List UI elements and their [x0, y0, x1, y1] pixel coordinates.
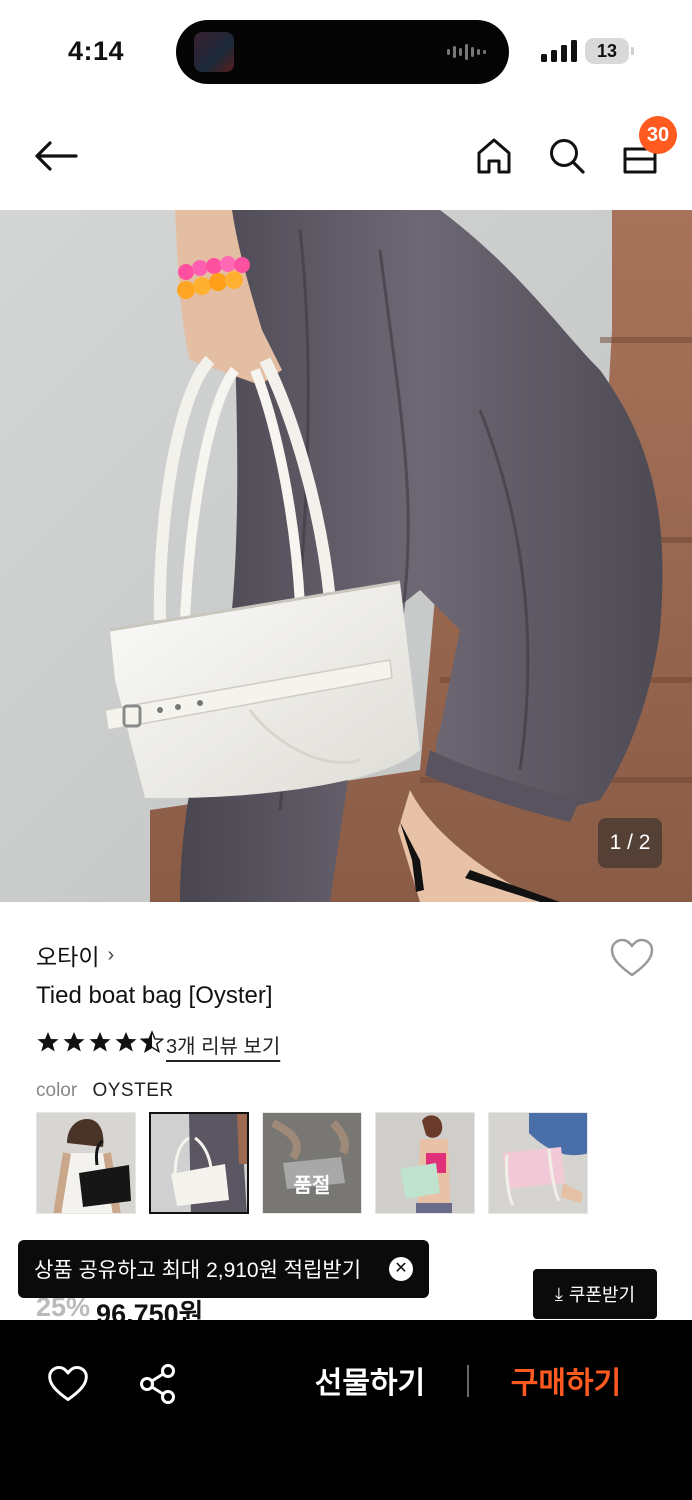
color-swatch-oyster[interactable] [149, 1112, 249, 1214]
product-image-carousel[interactable]: 1 / 2 [0, 210, 692, 902]
search-icon [550, 139, 585, 174]
top-navigation: 30 [0, 100, 692, 210]
share-icon [140, 1364, 175, 1404]
share-button[interactable] [136, 1362, 180, 1406]
status-bar: 4:14 13 [0, 0, 692, 100]
heart-outline-icon [610, 938, 654, 977]
arrow-left-icon [35, 141, 78, 171]
brand-name: 오타이 [36, 944, 100, 970]
bottom-wishlist-button[interactable] [46, 1362, 90, 1406]
share-reward-toast[interactable]: 상품 공유하고 최대 2,910원 적립받기 ✕ [18, 1240, 429, 1298]
coupon-label: 쿠폰받기 [568, 1285, 636, 1305]
search-button[interactable] [543, 132, 591, 180]
home-button[interactable] [470, 132, 518, 180]
buy-button[interactable]: 구매하기 [496, 1356, 636, 1412]
star-half-icon [140, 1030, 164, 1054]
star-full-icon [115, 1032, 137, 1052]
color-option-row: color OYSTER [36, 1080, 174, 1102]
color-swatch-black[interactable] [36, 1112, 136, 1214]
swatch-image [376, 1113, 474, 1213]
reviews-link[interactable]: 3개 리뷰 보기 [166, 1030, 280, 1059]
selected-color: OYSTER [92, 1080, 174, 1101]
star-full-icon [89, 1032, 111, 1052]
image-counter: 1 / 2 [598, 818, 662, 868]
close-icon[interactable]: ✕ [389, 1257, 413, 1281]
swatch-image [489, 1113, 587, 1213]
download-icon: ⤓ [554, 1283, 563, 1304]
audio-wave-icon [447, 44, 486, 60]
color-swatch-silver[interactable]: 품절 [262, 1112, 362, 1214]
status-time: 4:14 [68, 36, 125, 66]
product-title: Tied boat bag [Oyster] [36, 982, 273, 1009]
rating-stars [36, 1030, 164, 1054]
soldout-overlay: 품절 [263, 1113, 361, 1213]
color-label: color [36, 1080, 78, 1101]
brand-link[interactable]: 오타이 › [36, 938, 114, 972]
now-playing-thumbnail [194, 32, 234, 72]
heart-outline-icon [48, 1366, 88, 1402]
chevron-right-icon: › [107, 943, 115, 966]
swatch-image [37, 1113, 135, 1213]
get-coupon-button[interactable]: ⤓ 쿠폰받기 [533, 1269, 657, 1319]
color-swatch-mint[interactable] [375, 1112, 475, 1214]
bottom-action-bar: 선물하기 구매하기 [0, 1320, 692, 1500]
color-swatch-pink[interactable] [488, 1112, 588, 1214]
color-swatches: 품절 [36, 1112, 588, 1214]
battery-indicator: 13 [585, 38, 634, 64]
star-full-icon [63, 1032, 85, 1052]
home-icon [477, 138, 511, 174]
gift-button[interactable]: 선물하기 [300, 1356, 440, 1412]
back-button[interactable] [30, 134, 82, 178]
cellular-signal-icon [541, 40, 577, 62]
product-photo [0, 210, 692, 902]
wishlist-button[interactable] [608, 934, 656, 982]
toast-message: 상품 공유하고 최대 2,910원 적립받기 [34, 1259, 362, 1282]
swatch-image [151, 1114, 247, 1212]
cart-count-badge: 30 [639, 116, 677, 154]
divider [467, 1365, 469, 1397]
dynamic-island [176, 20, 509, 84]
star-full-icon [37, 1032, 59, 1052]
